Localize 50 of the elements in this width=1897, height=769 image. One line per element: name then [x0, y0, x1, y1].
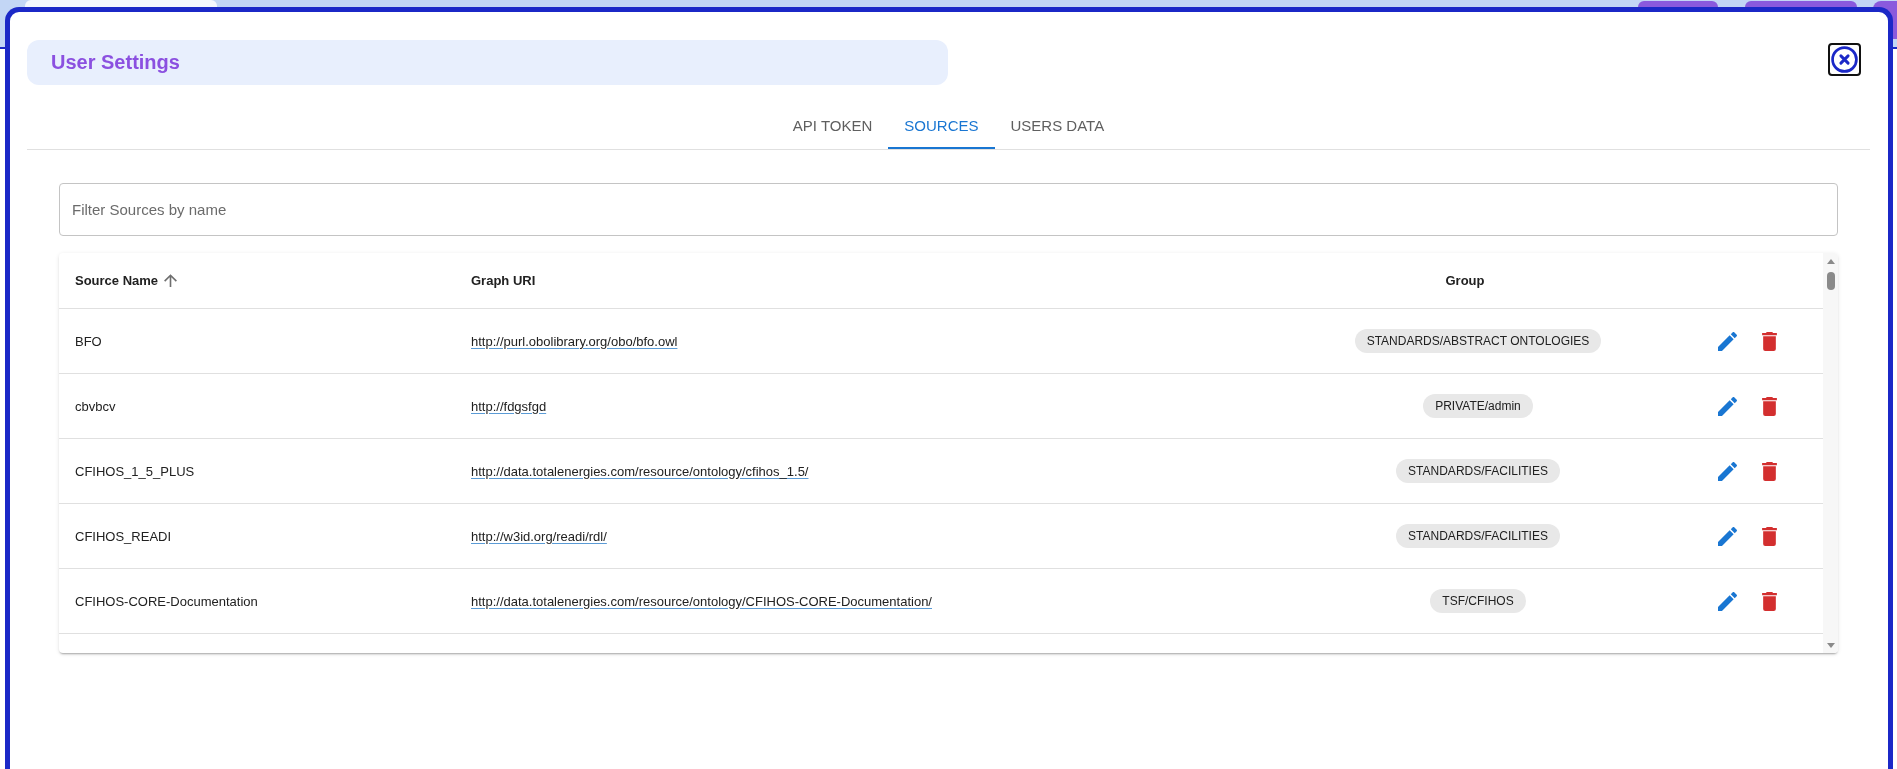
group-chip: PRIVATE/admin: [1423, 394, 1533, 418]
trash-icon: [1762, 461, 1777, 481]
pencil-icon: [1718, 396, 1737, 416]
delete-button[interactable]: [1762, 526, 1777, 546]
delete-button[interactable]: [1762, 331, 1777, 351]
close-button[interactable]: [1828, 43, 1861, 76]
delete-button[interactable]: [1762, 591, 1777, 611]
source-name: BFO: [75, 333, 102, 349]
column-header: Graph URI: [471, 273, 536, 288]
tab[interactable]: USERS DATA: [994, 101, 1121, 149]
trash-icon: [1762, 591, 1777, 611]
graph-uri-link[interactable]: http://purl.obolibrary.org/obo/bfo.owl: [471, 333, 678, 349]
edit-button[interactable]: [1718, 526, 1737, 546]
graph-uri-link[interactable]: http://fdgsfgd: [471, 398, 547, 414]
column-header: Group: [1445, 273, 1485, 288]
tab[interactable]: API TOKEN: [776, 101, 889, 149]
edit-button[interactable]: [1718, 591, 1737, 611]
scroll-down-arrow-icon[interactable]: [1826, 643, 1835, 648]
group-chip: STANDARDS/ABSTRACT ONTOLOGIES: [1354, 329, 1602, 353]
pencil-icon: [1718, 591, 1737, 611]
pencil-icon: [1718, 526, 1737, 546]
source-name: CFIHOS_READI: [75, 528, 172, 544]
close-icon: [1831, 46, 1858, 73]
dialog-title: User Settings: [51, 51, 180, 74]
pencil-icon: [1718, 461, 1737, 481]
filter-field[interactable]: Filter Sources by name: [59, 183, 1838, 236]
delete-button[interactable]: [1762, 396, 1777, 416]
header-button[interactable]: [1638, 1, 1718, 7]
trash-icon: [1762, 331, 1777, 351]
graph-uri-link[interactable]: http://w3id.org/readi/rdl/: [471, 528, 607, 544]
edit-button[interactable]: [1718, 331, 1737, 351]
scrollbar-thumb[interactable]: [1826, 272, 1835, 290]
tab[interactable]: SOURCES: [888, 101, 995, 149]
scrollbar-track[interactable]: [1823, 253, 1838, 653]
source-name: CFIHOS_1_5_PLUS: [75, 463, 195, 479]
edit-button[interactable]: [1718, 396, 1737, 416]
trash-icon: [1762, 396, 1777, 416]
source-name: cbvbcv: [75, 398, 116, 414]
group-chip: STANDARDS/FACILITIES: [1396, 524, 1560, 548]
scroll-up-arrow-icon[interactable]: [1826, 259, 1835, 264]
source-name: CFIHOS-CORE-Documentation: [75, 593, 258, 609]
graph-uri-link[interactable]: http://data.totalenergies.com/resource/ontology/CFIHOS-CORE-Documentation/: [471, 593, 932, 609]
group-chip: TSF/CFIHOS: [1430, 589, 1526, 613]
column-header[interactable]: Source Name: [75, 273, 178, 288]
trash-icon: [1762, 526, 1777, 546]
graph-uri-link[interactable]: http://data.totalenergies.com/resource/ontology/cfihos_1.5/: [471, 463, 809, 479]
edit-button[interactable]: [1718, 461, 1737, 481]
pencil-icon: [1718, 331, 1737, 351]
delete-button[interactable]: [1762, 461, 1777, 481]
group-chip: STANDARDS/FACILITIES: [1396, 459, 1560, 483]
